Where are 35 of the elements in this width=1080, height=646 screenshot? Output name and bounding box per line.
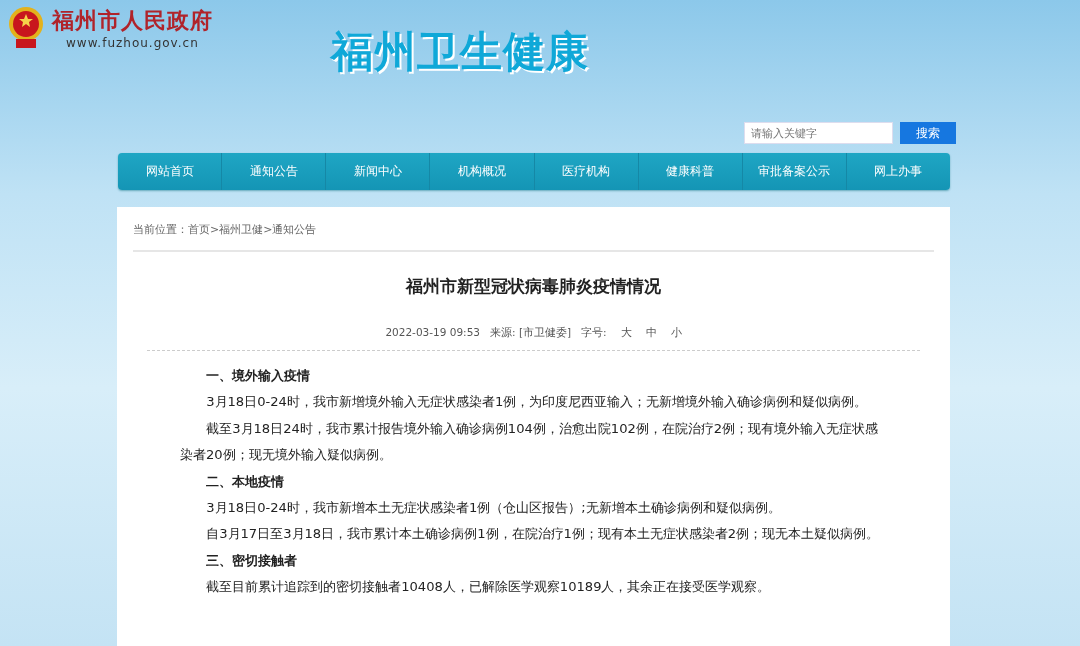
paragraph: 截至目前累计追踪到的密切接触者10408人，已解除医学观察10189人，其余正在接受医学观察。 — [205, 578, 772, 597]
font-size-link[interactable]: 中 — [645, 326, 657, 340]
font-size-link[interactable]: 大 — [620, 326, 632, 340]
breadcrumb-link[interactable]: 首页 — [188, 221, 210, 237]
government-name: 福州市人民政府 — [52, 7, 213, 35]
paragraph: 3月18日0-24时，我市新增境外输入无症状感染者1例，为印度尼西亚输入；无新增境外输入确诊病例和疑似病例。 — [205, 393, 869, 412]
article-title: 福州市新型冠状病毒肺炎疫情情况 — [404, 276, 662, 298]
site-title: 福州卫生健康 — [331, 26, 590, 78]
paragraph: 截至3月18日24时，我市累计报告境外输入确诊病例104例，治愈出院102例，在院治疗2例；现有境外输入无症状感染者20例；现无境外输入疑似病例。 — [180, 419, 880, 465]
nav-link[interactable]: 机构概况 — [430, 153, 535, 190]
source-label: 来源: [市卫健委] — [490, 326, 572, 340]
nav-link[interactable]: 医疗机构 — [534, 153, 639, 190]
government-url: www.fuzhou.gov.cn — [66, 36, 200, 50]
section-heading: 二、本地疫情 — [205, 472, 286, 491]
paragraph: 自3月17日至3月18日，我市累计本土确诊病例1例，在院治疗1例；现有本土无症状感染者2例；现无本土疑似病例。 — [205, 525, 881, 544]
nav-link[interactable]: 网站首页 — [118, 153, 223, 190]
section-heading: 一、境外输入疫情 — [205, 367, 312, 385]
breadcrumb-link[interactable]: 通知公告 — [272, 221, 317, 237]
breadcrumb-label: 当前位置： — [133, 221, 188, 237]
publish-date: 2022-03-19 09:53 — [385, 326, 480, 340]
font-size-label: 字号: — [581, 326, 607, 340]
search-button[interactable]: 搜索 — [900, 122, 956, 144]
nav-link[interactable]: 通知公告 — [222, 153, 327, 190]
nav-link[interactable]: 审批备案公示 — [742, 153, 847, 190]
search-field[interactable]: 请输入关键字 — [744, 122, 893, 144]
breadcrumb-separator: > — [210, 222, 220, 236]
emblem-icon — [6, 6, 46, 50]
section-heading: 三、密切接触者 — [205, 551, 299, 570]
breadcrumb-separator: > — [263, 222, 273, 236]
nav-link[interactable]: 网上办事 — [846, 153, 950, 190]
breadcrumb-link[interactable]: 福州卫健 — [219, 221, 264, 237]
nav-link[interactable]: 健康科普 — [638, 153, 743, 190]
font-size-link[interactable]: 小 — [670, 326, 682, 340]
nav-link[interactable]: 新闻中心 — [326, 153, 431, 190]
paragraph: 3月18日0-24时，我市新增本土无症状感染者1例（仓山区报告）;无新增本土确诊病例和疑似病例。 — [205, 499, 782, 518]
